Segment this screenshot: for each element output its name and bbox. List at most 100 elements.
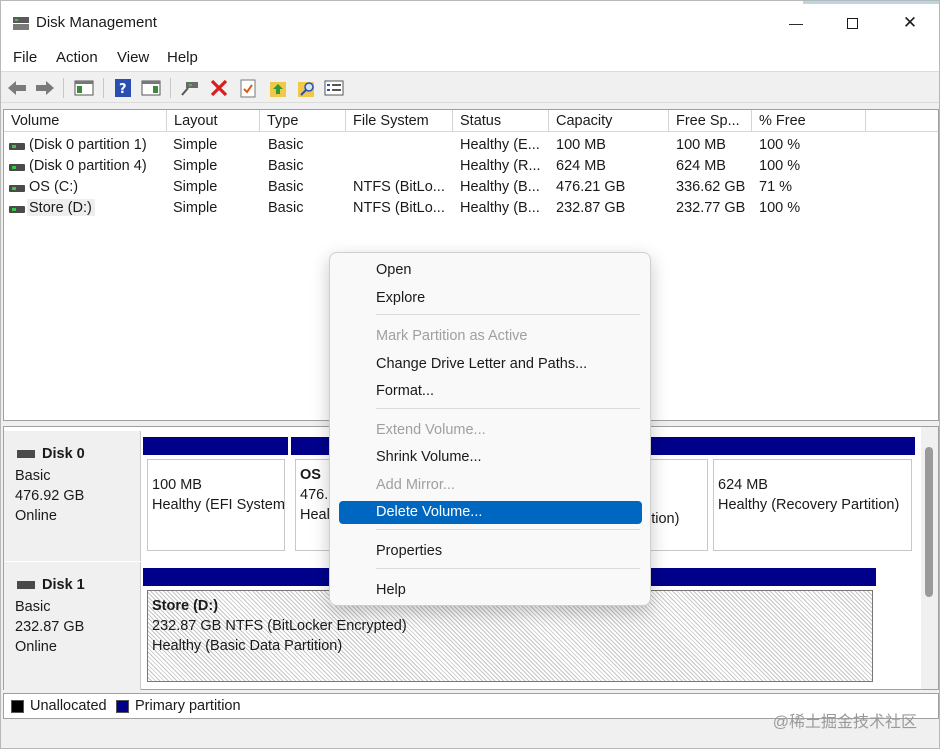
volume-name: Store (D:) (27, 199, 95, 216)
volume-name: (Disk 0 partition 1) (29, 137, 147, 153)
toolbar-separator (103, 78, 104, 98)
disk-icon (17, 581, 35, 589)
toolbar-separator (63, 78, 64, 98)
volume-row[interactable]: (Disk 0 partition 1) Simple Basic Health… (4, 136, 938, 157)
legend-primary-partition: Primary partition (135, 698, 241, 714)
title-bar: Disk Management — ✕ (1, 1, 939, 45)
svg-text:?: ? (119, 82, 127, 97)
volume-percent-free: 71 % (759, 179, 793, 195)
volume-free-space: 624 MB (676, 158, 726, 174)
disk-pane-scrollbar[interactable] (921, 427, 938, 689)
column-header-file-system[interactable]: File System (346, 110, 453, 132)
volume-status: Healthy (R... (460, 158, 541, 174)
disk-management-app-icon (13, 17, 29, 30)
window-title: Disk Management (36, 14, 157, 31)
volume-file-system (353, 157, 451, 158)
volume-capacity: 476.21 GB (556, 179, 626, 195)
menu-item-shrink-volume[interactable]: Shrink Volume... (339, 446, 642, 469)
back-arrow-icon[interactable] (6, 77, 28, 99)
volume-layout: Simple (173, 158, 218, 174)
menu-item-format[interactable]: Format... (339, 380, 642, 403)
disk-management-window: Disk Management — ✕ File Action View Hel… (0, 0, 940, 749)
volume-row[interactable]: (Disk 0 partition 4) Simple Basic Health… (4, 157, 938, 178)
connect-disk-icon[interactable] (179, 77, 201, 99)
partition-recovery[interactable]: 624 MB Healthy (Recovery Partition) (709, 437, 915, 555)
disk-0-info[interactable]: Disk 0 Basic 476.92 GB Online (4, 431, 141, 561)
partition-bar (709, 437, 915, 455)
disk-1-info[interactable]: Disk 1 Basic 232.87 GB Online (4, 562, 141, 690)
volume-row[interactable]: OS (C:) Simple Basic NTFS (BitLo... Heal… (4, 178, 938, 199)
drive-icon (9, 206, 25, 213)
volume-capacity: 232.87 GB (556, 200, 626, 216)
disk-0-state: Online (15, 508, 57, 524)
volume-file-system: NTFS (BitLo... (353, 200, 445, 216)
volume-type: Basic (268, 179, 304, 195)
minimize-button[interactable]: — (773, 7, 819, 39)
menu-file[interactable]: File (13, 49, 37, 66)
menu-view[interactable]: View (117, 49, 149, 66)
partition-title (152, 465, 284, 475)
menu-action[interactable]: Action (56, 49, 98, 66)
disk-0-type: Basic (15, 468, 51, 484)
partition-details: 624 MB Healthy (Recovery Partition) (713, 459, 912, 551)
search-folder-icon[interactable] (296, 77, 318, 99)
menu-help[interactable]: Help (167, 49, 198, 66)
console-tree-icon[interactable] (73, 77, 95, 99)
menu-separator (376, 568, 640, 569)
maximize-button[interactable] (829, 7, 875, 39)
column-header-type[interactable]: Type (260, 110, 346, 132)
partition-efi-system[interactable]: 100 MB Healthy (EFI System (143, 437, 288, 555)
partition-line-1: 100 MB (152, 477, 202, 493)
delete-icon[interactable] (208, 77, 230, 99)
drive-icon (9, 185, 25, 192)
volume-free-space: 232.77 GB (676, 200, 746, 216)
settings-list-icon[interactable] (323, 77, 345, 99)
menu-separator (376, 529, 640, 530)
volume-row[interactable]: Store (D:) Simple Basic NTFS (BitLo... H… (4, 199, 938, 220)
minimize-icon: — (789, 15, 803, 31)
context-menu: Open Explore Mark Partition as Active Ch… (329, 252, 651, 606)
disk-0-name: Disk 0 (42, 446, 85, 462)
drive-icon (9, 164, 25, 171)
volume-capacity: 624 MB (556, 158, 606, 174)
scrollbar-thumb[interactable] (925, 447, 933, 597)
menu-item-change-drive-letter[interactable]: Change Drive Letter and Paths... (339, 353, 642, 376)
partition-line-2: Healthy (EFI System (152, 497, 285, 513)
menu-separator (376, 314, 640, 315)
column-header-capacity[interactable]: Capacity (549, 110, 669, 132)
volume-layout: Simple (173, 137, 218, 153)
unallocated-swatch (11, 700, 24, 713)
column-header-layout[interactable]: Layout (167, 110, 260, 132)
volume-percent-free: 100 % (759, 200, 801, 216)
column-header-percent-free[interactable]: % Free (752, 110, 866, 132)
disk-1-label: Disk 1 (17, 577, 85, 593)
up-folder-icon[interactable] (267, 77, 289, 99)
volume-capacity: 100 MB (556, 137, 606, 153)
menu-item-help[interactable]: Help (339, 579, 642, 602)
column-header-status[interactable]: Status (453, 110, 549, 132)
volume-name: OS (C:) (29, 179, 79, 195)
volume-percent-free: 100 % (759, 158, 801, 174)
column-header-volume[interactable]: Volume (4, 110, 167, 132)
column-header-free-space[interactable]: Free Sp... (669, 110, 752, 132)
menu-bar: File Action View Help (1, 45, 939, 71)
volume-percent-free: 100 % (759, 137, 801, 153)
menu-item-properties[interactable]: Properties (339, 540, 642, 563)
help-icon[interactable]: ? (112, 77, 134, 99)
maximize-icon (846, 17, 858, 29)
show-hide-action-pane-icon[interactable] (140, 77, 162, 99)
primary-partition-swatch (116, 700, 129, 713)
menu-item-delete-volume[interactable]: Delete Volume... (339, 501, 642, 524)
menu-item-explore[interactable]: Explore (339, 287, 642, 310)
close-button[interactable]: ✕ (887, 7, 933, 39)
menu-item-add-mirror: Add Mirror... (376, 477, 455, 493)
accent-strip (803, 1, 939, 4)
menu-item-open[interactable]: Open (339, 259, 642, 282)
properties-check-icon[interactable] (237, 77, 259, 99)
disk-1-name: Disk 1 (42, 577, 85, 593)
volume-type: Basic (268, 200, 304, 216)
disk-0-label: Disk 0 (17, 446, 85, 462)
volume-free-space: 100 MB (676, 137, 726, 153)
forward-arrow-icon[interactable] (34, 77, 56, 99)
volume-file-system (353, 136, 451, 137)
